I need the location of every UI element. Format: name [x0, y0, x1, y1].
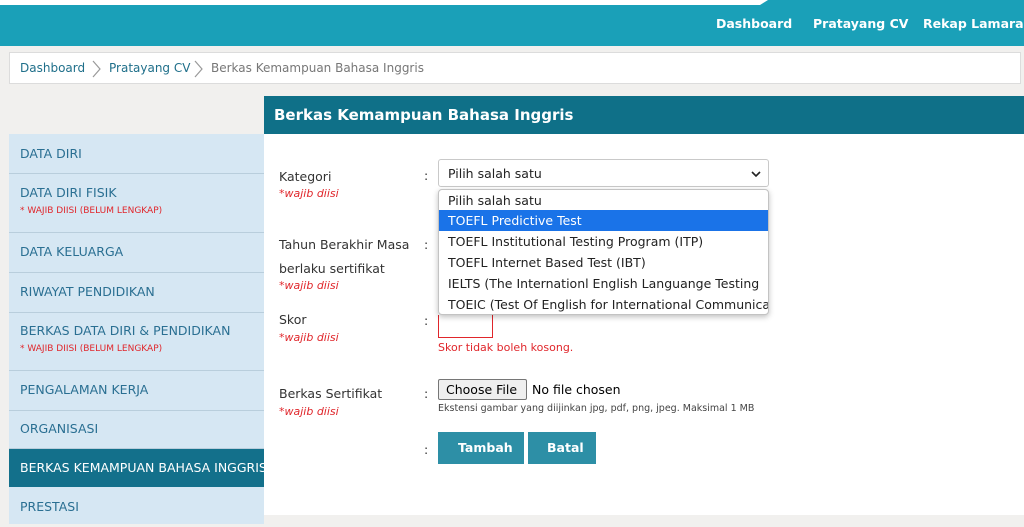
- berkas-required-note: *wajib diisi: [279, 405, 339, 418]
- sidebar-item-berkas-bahasa-inggris[interactable]: BERKAS KEMAMPUAN BAHASA INGGRIS: [9, 449, 272, 487]
- tahun-label-line2: berlaku sertifikat: [279, 261, 385, 276]
- dropdown-option[interactable]: IELTS (The Internationl English Languang…: [439, 273, 768, 294]
- kategori-required-note: *wajib diisi: [279, 187, 339, 200]
- navbar-notch: [0, 0, 768, 5]
- nav-pratayang-cv-link[interactable]: Pratayang CV: [813, 16, 908, 31]
- skor-label: Skor: [279, 312, 307, 327]
- batal-button[interactable]: Batal: [528, 432, 596, 464]
- dropdown-option[interactable]: Pilih salah satu: [439, 190, 768, 211]
- kategori-select-value: Pilih salah satu: [448, 166, 542, 181]
- choose-file-button[interactable]: Choose File: [438, 379, 527, 400]
- tahun-colon: :: [424, 237, 429, 252]
- sidebar-item-warning: * WAJIB DIISI (BELUM LENGKAP): [20, 206, 163, 216]
- skor-error-message: Skor tidak boleh kosong.: [438, 341, 574, 354]
- tahun-required-note: *wajib diisi: [279, 279, 339, 292]
- kategori-colon: :: [424, 168, 429, 183]
- dropdown-option-label: TOEFL Predictive Test: [448, 213, 582, 228]
- tambah-button-label: Tambah: [458, 440, 513, 455]
- berkas-colon: :: [424, 386, 429, 401]
- file-hint: Ekstensi gambar yang diijinkan jpg, pdf,…: [438, 403, 755, 414]
- sidebar-item-data-diri[interactable]: DATA DIRI: [9, 134, 264, 174]
- chevron-right-icon: [92, 60, 101, 78]
- page-title: Berkas Kemampuan Bahasa Inggris: [274, 106, 574, 124]
- sidebar-item-pengalaman-kerja[interactable]: PENGALAMAN KERJA: [9, 371, 264, 411]
- sidebar-item-label: RIWAYAT PENDIDIKAN: [20, 284, 155, 299]
- breadcrumb-current: Berkas Kemampuan Bahasa Inggris: [211, 61, 424, 75]
- breadcrumb-pratayang-cv[interactable]: Pratayang CV: [109, 61, 190, 75]
- sidebar-item-data-diri-fisik[interactable]: DATA DIRI FISIK * WAJIB DIISI (BELUM LEN…: [9, 174, 264, 233]
- buttons-colon: :: [424, 442, 429, 457]
- kategori-dropdown-list: Pilih salah satu TOEFL Predictive Test T…: [438, 189, 769, 315]
- nav-rekap-lamaran-link[interactable]: Rekap Lamaran: [923, 16, 1024, 31]
- sidebar-item-berkas-data-diri[interactable]: BERKAS DATA DIRI & PENDIDIKAN * WAJIB DI…: [9, 313, 264, 371]
- skor-colon: :: [424, 313, 429, 328]
- sidebar-item-label: DATA KELUARGA: [20, 244, 124, 259]
- sidebar-item-label: BERKAS DATA DIRI & PENDIDIKAN: [20, 323, 231, 338]
- kategori-label: Kategori: [279, 169, 332, 184]
- dropdown-option-label: Pilih salah satu: [448, 193, 542, 208]
- dropdown-option-highlighted[interactable]: TOEFL Predictive Test: [439, 210, 768, 231]
- tambah-button[interactable]: Tambah: [438, 432, 524, 464]
- dropdown-option-label: TOEFL Institutional Testing Program (ITP…: [448, 234, 704, 249]
- sidebar-item-data-keluarga[interactable]: DATA KELUARGA: [9, 233, 264, 273]
- dropdown-option[interactable]: TOEFL Institutional Testing Program (ITP…: [439, 231, 768, 252]
- sidebar-item-label: PRESTASI: [20, 499, 79, 514]
- sidebar-item-label: DATA DIRI: [20, 146, 82, 161]
- top-navbar: Dashboard Pratayang CV Rekap Lamaran: [0, 0, 1024, 46]
- sidebar-item-label: ORGANISASI: [20, 421, 99, 436]
- breadcrumb-dashboard[interactable]: Dashboard: [20, 61, 85, 75]
- kategori-select[interactable]: Pilih salah satu: [438, 159, 769, 187]
- dropdown-option-label: TOEFL Internet Based Test (IBT): [448, 255, 646, 270]
- panel-header: Berkas Kemampuan Bahasa Inggris: [264, 96, 1024, 134]
- berkas-label: Berkas Sertifikat: [279, 386, 383, 401]
- dropdown-option-label: IELTS (The Internationl English Languang…: [448, 276, 760, 291]
- dropdown-option[interactable]: TOEFL Internet Based Test (IBT): [439, 252, 768, 273]
- choose-file-label: Choose File: [446, 382, 518, 397]
- skor-required-note: *wajib diisi: [279, 331, 339, 344]
- sidebar: DATA DIRI DATA DIRI FISIK * WAJIB DIISI …: [9, 134, 272, 527]
- sidebar-item-label: BERKAS KEMAMPUAN BAHASA INGGRIS: [20, 460, 267, 475]
- sidebar-item-label: PENGALAMAN KERJA: [20, 382, 149, 397]
- file-status: No file chosen: [532, 382, 621, 397]
- nav-dashboard-link[interactable]: Dashboard: [716, 16, 792, 31]
- sidebar-item-warning: * WAJIB DIISI (BELUM LENGKAP): [20, 344, 163, 354]
- sidebar-item-prestasi[interactable]: PRESTASI: [9, 487, 264, 527]
- dropdown-option-label: TOEIC (Test Of English for International…: [448, 297, 769, 312]
- batal-button-label: Batal: [547, 440, 584, 455]
- tahun-label-line1: Tahun Berakhir Masa: [279, 237, 410, 252]
- chevron-down-icon: [751, 171, 761, 178]
- breadcrumb: Dashboard Pratayang CV Berkas Kemampuan …: [9, 52, 1021, 84]
- dropdown-option[interactable]: TOEIC (Test Of English for International…: [439, 294, 769, 314]
- sidebar-item-organisasi[interactable]: ORGANISASI: [9, 411, 264, 449]
- sidebar-item-label: DATA DIRI FISIK: [20, 185, 117, 200]
- chevron-right-icon: [194, 60, 203, 78]
- skor-input[interactable]: [438, 315, 493, 338]
- sidebar-item-riwayat-pendidikan[interactable]: RIWAYAT PENDIDIKAN: [9, 273, 264, 313]
